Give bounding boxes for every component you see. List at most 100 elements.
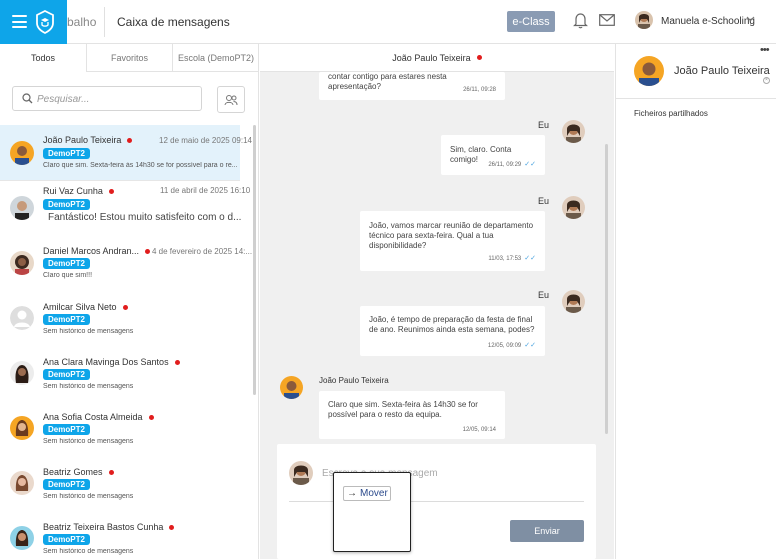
conversation-item[interactable]: Rui Vaz Cunha 11 de abril de 2025 16:10 … (0, 181, 250, 237)
sender-name: João Paulo Teixeira (319, 376, 389, 385)
avatar (10, 526, 34, 550)
close-icon[interactable]: × (763, 77, 770, 84)
chat-panel: João Paulo Teixeira contar contigo para … (260, 44, 614, 559)
move-button[interactable]: → Mover (343, 486, 391, 501)
avatar (10, 141, 34, 165)
conversation-item[interactable]: Beatriz Gomes DemoPT2 Sem histórico de m… (0, 456, 240, 512)
tab-todos[interactable]: Todos (0, 44, 87, 72)
unread-dot (108, 189, 114, 195)
read-check-icon: ✓✓ (524, 161, 536, 168)
message-bubble: Sim, claro. Conta comigo! 26/11, 09:29 ✓✓ (441, 135, 545, 175)
breadcrumb-previous[interactable]: balho (67, 15, 96, 29)
move-popup: → Mover (333, 472, 411, 552)
contacts-button[interactable] (217, 86, 245, 113)
details-panel: João Paulo Teixeira ••• × Ficheiros part… (615, 44, 776, 559)
unread-dot (476, 55, 482, 60)
my-avatar (289, 461, 313, 485)
arrow-right-icon: → (347, 488, 357, 499)
conversation-item[interactable]: Amilcar Silva Neto DemoPT2 Sem histórico… (0, 291, 240, 347)
conversation-name: Ana Sofia Costa Almeida (43, 412, 154, 422)
top-bar: balho Caixa de mensagens e-Class Manuela… (0, 0, 776, 44)
conversation-item[interactable]: João Paulo Teixeira 12 de maio de 2025 0… (0, 125, 252, 181)
school-tag: DemoPT2 (43, 314, 90, 325)
school-tag: DemoPT2 (43, 369, 90, 380)
page-title: Caixa de mensagens (117, 15, 230, 29)
message-time: 26/11, 09:29 ✓✓ (488, 161, 536, 168)
school-tag: DemoPT2 (43, 424, 90, 435)
my-avatar (562, 120, 585, 143)
school-tag: DemoPT2 (43, 258, 90, 269)
more-options-icon[interactable]: ••• (760, 44, 770, 56)
conversation-item[interactable]: Beatriz Teixeira Bastos Cunha DemoPT2 Se… (0, 511, 240, 559)
chevron-down-icon[interactable] (746, 16, 755, 22)
breadcrumb-divider (104, 7, 105, 37)
my-avatar (562, 196, 585, 219)
conversation-tabs: Todos Favoritos Escola (DemoPT2) (0, 44, 259, 72)
school-tag: DemoPT2 (43, 199, 90, 210)
eclass-button[interactable]: e-Class (507, 11, 555, 32)
message-text: João, é tempo de preparação da festa de … (369, 315, 535, 334)
sender-me-label: Eu (538, 120, 550, 130)
avatar (10, 251, 34, 275)
bell-icon[interactable] (573, 12, 588, 29)
school-tag: DemoPT2 (43, 479, 90, 490)
conversation-date: 12 de maio de 2025 09:14 (159, 136, 252, 145)
unread-dot (145, 249, 151, 255)
read-check-icon: ✓✓ (524, 342, 536, 349)
message-time: 12/05, 09:09 ✓✓ (487, 342, 536, 349)
unread-dot (148, 415, 154, 421)
message-bubble: João, é tempo de preparação da festa de … (360, 306, 545, 356)
conversation-preview: Claro que sim. Sexta-feira às 14h30 se f… (43, 162, 238, 169)
message-time: 12/05, 09:14 (462, 427, 496, 433)
message-bubble: contar contigo para estares nesta aprese… (319, 72, 505, 100)
message-time: 11/03, 17:53 ✓✓ (488, 255, 536, 262)
conversation-name: Ana Clara Mavinga Dos Santos (43, 357, 180, 367)
hamburger-menu-icon[interactable] (12, 15, 27, 28)
conversation-item[interactable]: Ana Clara Mavinga Dos Santos DemoPT2 Sem… (0, 346, 240, 402)
conversations-panel: Todos Favoritos Escola (DemoPT2) João Pa… (0, 44, 259, 559)
conversation-preview: Fantástico! Estou muito satisfeito com o… (48, 212, 242, 223)
conversation-item[interactable]: Daniel Marcos Andran... 4 de fevereiro d… (0, 236, 252, 292)
search-icon (22, 93, 33, 104)
avatar-placeholder-icon (10, 306, 34, 330)
avatar (10, 361, 34, 385)
compose-area: Enviar (277, 444, 596, 559)
conversation-preview: Claro que sim!!! (43, 272, 93, 279)
my-avatar (562, 290, 585, 313)
conversation-preview: Sem histórico de mensagens (43, 548, 134, 555)
sender-me-label: Eu (538, 290, 550, 300)
message-text: Claro que sim. Sexta-feira às 14h30 se f… (328, 400, 478, 419)
chat-header: João Paulo Teixeira (260, 44, 614, 72)
tab-escola[interactable]: Escola (DemoPT2) (173, 44, 259, 72)
details-header: João Paulo Teixeira ••• × (616, 44, 776, 99)
school-tag: DemoPT2 (43, 148, 90, 159)
unread-dot (127, 138, 133, 144)
user-name[interactable]: Manuela e-Schooling (661, 16, 755, 27)
avatar (10, 196, 34, 220)
unread-dot (108, 470, 114, 476)
conversation-name: Beatriz Teixeira Bastos Cunha (43, 522, 175, 532)
avatar (10, 471, 34, 495)
school-logo-icon[interactable] (35, 10, 55, 34)
brand-block (0, 0, 67, 44)
conversation-list-scrollbar[interactable] (253, 125, 256, 395)
conversation-date: 11 de abril de 2025 16:10 (160, 186, 251, 195)
unread-dot (122, 305, 128, 311)
tab-favoritos[interactable]: Favoritos (87, 44, 173, 72)
search-input[interactable] (37, 91, 197, 107)
read-check-icon: ✓✓ (524, 255, 536, 262)
conversation-name: Daniel Marcos Andran... (43, 246, 151, 256)
conversation-name: João Paulo Teixeira (43, 135, 133, 145)
chat-scrollbar[interactable] (605, 144, 608, 434)
conversation-preview: Sem histórico de mensagens (43, 383, 134, 390)
message-text: João, vamos marcar reunião de departamen… (369, 221, 534, 250)
send-button[interactable]: Enviar (510, 520, 584, 542)
conversation-preview: Sem histórico de mensagens (43, 328, 134, 335)
user-avatar[interactable] (635, 11, 653, 29)
sender-me-label: Eu (538, 196, 550, 206)
conversation-item[interactable]: Ana Sofia Costa Almeida DemoPT2 Sem hist… (0, 401, 240, 457)
school-tag: DemoPT2 (43, 534, 90, 545)
conversation-preview: Sem histórico de mensagens (43, 493, 134, 500)
search-box[interactable] (12, 86, 202, 111)
mail-icon[interactable] (599, 14, 615, 26)
